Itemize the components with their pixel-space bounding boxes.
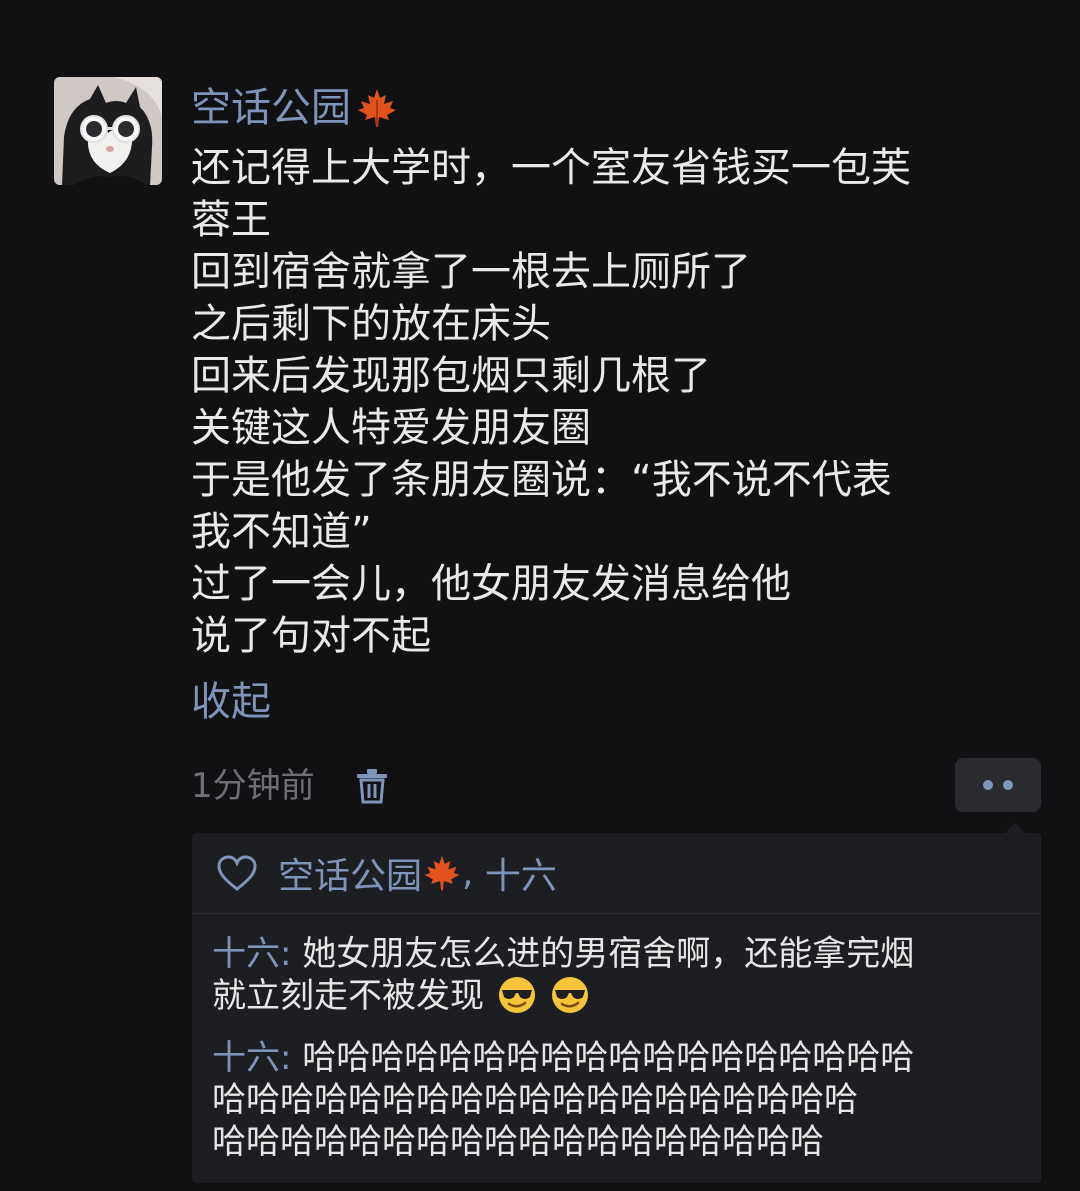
sunglasses-emoji-icon — [498, 977, 535, 1013]
maple-leaf-icon — [424, 855, 460, 891]
post-body: 还记得上大学时，一个室友省钱买一包芙 蓉王 回到宿舍就拿了一根去上厕所了 之后剩… — [191, 142, 1041, 662]
liker-name[interactable]: 十六 — [485, 847, 557, 899]
post-line: 之后剩下的放在床头 — [191, 301, 551, 347]
comment-item[interactable]: 十六: 她女朋友怎么进的男宿舍啊，还能拿完烟 就立刻走不被发现 — [212, 933, 1032, 1017]
post-meta-row: 1分钟前 — [191, 758, 1041, 814]
collapse-link[interactable]: 收起 — [191, 674, 1041, 730]
cat-with-sunglasses-avatar-image — [54, 77, 162, 185]
comment-item[interactable]: 十六: 哈哈哈哈哈哈哈哈哈哈哈哈哈哈哈哈哈哈 哈哈哈哈哈哈哈哈哈哈哈哈哈哈哈哈哈… — [212, 1037, 1032, 1163]
likes-row: 空话公园 , 十六 — [192, 833, 1041, 914]
post-line: 回到宿舍就拿了一根去上厕所了 — [191, 249, 751, 295]
comment-colon: : — [280, 1038, 303, 1078]
trash-icon[interactable] — [355, 768, 389, 804]
post-line: 蓉王 — [191, 197, 271, 243]
post-line: 还记得上大学时，一个室友省钱买一包芙 — [191, 145, 911, 191]
likers-list: 空话公园 , 十六 — [278, 847, 557, 899]
comment-text: 哈哈哈哈哈哈哈哈哈哈哈哈哈哈哈哈哈哈 — [212, 1122, 824, 1162]
comment-text: 哈哈哈哈哈哈哈哈哈哈哈哈哈哈哈哈哈哈哈 — [212, 1080, 858, 1120]
comment-colon: : — [280, 934, 303, 974]
post-username[interactable]: 空话公园 — [191, 78, 1041, 138]
post-line: 我不知道” — [191, 509, 372, 555]
comments-list: 十六: 她女朋友怎么进的男宿舍啊，还能拿完烟 就立刻走不被发现 十六: 哈哈哈哈… — [212, 933, 1032, 1183]
comment-text: 她女朋友怎么进的男宿舍啊，还能拿完烟 — [302, 934, 915, 974]
heart-icon — [217, 855, 257, 891]
post-line: 回来后发现那包烟只剩几根了 — [191, 353, 711, 399]
maple-leaf-icon — [358, 89, 396, 127]
post-line: 关键这人特爱发朋友圈 — [191, 405, 591, 451]
panel-pointer — [1005, 823, 1025, 833]
post-content: 空话公园 还记得上大学时，一个室友省钱买一包芙 蓉王 回到宿舍就拿了一根去上厕所… — [191, 78, 1041, 730]
more-actions-button[interactable] — [955, 758, 1041, 812]
dot-icon — [1003, 780, 1013, 790]
likes-comments-panel: 空话公园 , 十六 十六: 她女朋友怎么进的男宿舍啊，还能拿完烟 就立刻走不被发… — [192, 823, 1041, 1183]
comment-author[interactable]: 十六 — [212, 1038, 280, 1078]
dot-icon — [983, 780, 993, 790]
sunglasses-emoji-icon — [551, 977, 588, 1013]
post-line: 过了一会儿，他女朋友发消息给他 — [191, 561, 791, 607]
post-timestamp: 1分钟前 — [191, 766, 315, 806]
username-text[interactable]: 空话公园 — [191, 78, 351, 138]
liker-name[interactable]: 空话公园 — [278, 847, 422, 899]
comment-text: 就立刻走不被发现 — [212, 976, 484, 1016]
comment-text: 哈哈哈哈哈哈哈哈哈哈哈哈哈哈哈哈哈哈 — [302, 1038, 915, 1078]
avatar[interactable] — [54, 77, 162, 185]
moments-post-page: 空话公园 还记得上大学时，一个室友省钱买一包芙 蓉王 回到宿舍就拿了一根去上厕所… — [0, 0, 1080, 1191]
post-line: 于是他发了条朋友圈说：“我不说不代表 — [191, 457, 892, 503]
post-line: 说了句对不起 — [191, 613, 431, 659]
liker-separator: , — [462, 852, 485, 894]
comment-author[interactable]: 十六 — [212, 934, 280, 974]
